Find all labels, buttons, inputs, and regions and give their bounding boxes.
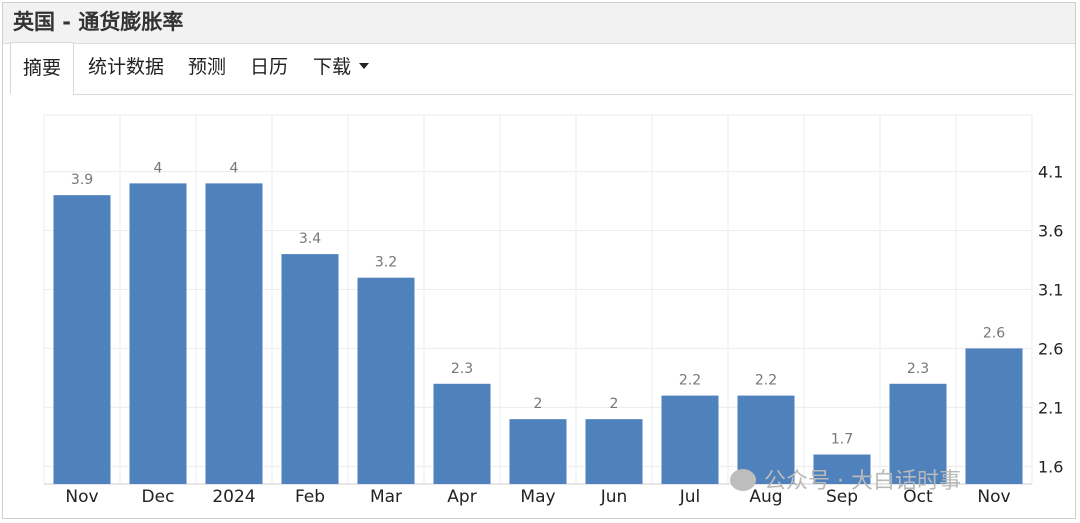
x-tick-label: May (520, 487, 555, 507)
y-tick-label: 3.6 (1038, 222, 1063, 241)
data-label: 2 (534, 396, 543, 412)
bar (433, 383, 491, 484)
x-tick-label: Nov (65, 487, 98, 507)
x-tick-label: Mar (370, 487, 402, 507)
bar (965, 348, 1023, 484)
y-tick-label: 3.1 (1038, 280, 1063, 299)
data-label: 2 (610, 396, 619, 412)
y-axis: 1.6 2.1 2.6 3.1 3.6 4.1 (1038, 163, 1063, 477)
y-tick-label: 1.6 (1038, 457, 1063, 476)
bar (53, 195, 111, 484)
bar (205, 183, 263, 484)
data-label: 2.6 (983, 325, 1005, 341)
watermark-text: 公众号 · 大白话时事 (764, 469, 961, 494)
bar (585, 419, 643, 484)
bars (53, 183, 1023, 484)
data-label: 3.4 (299, 231, 321, 247)
x-tick-label: Nov (977, 487, 1010, 507)
data-label: 3.2 (375, 255, 397, 271)
wechat-icon (730, 469, 756, 491)
data-label: 4 (154, 160, 163, 176)
x-tick-label: Jun (600, 487, 628, 507)
y-tick-label: 2.1 (1038, 398, 1063, 417)
data-label: 2.2 (679, 373, 701, 389)
data-label: 4 (230, 160, 239, 176)
y-tick-label: 4.1 (1038, 163, 1063, 182)
bar (357, 277, 415, 484)
data-label: 2.3 (907, 361, 929, 377)
y-tick-label: 2.6 (1038, 339, 1063, 358)
x-tick-label: Feb (295, 487, 325, 507)
x-tick-label: Jul (679, 487, 701, 507)
bar-chart: 3.9 4 4 3.4 3.2 2.3 2 2 2.2 2.2 1.7 2.3 2.6 Nov Dec 20… (43, 114, 1063, 507)
data-label: 3.9 (71, 172, 93, 188)
watermark: 公众号 · 大白话时事 (730, 463, 961, 495)
bar (129, 183, 187, 484)
data-label: 2.3 (451, 361, 473, 377)
x-tick-label: 2024 (212, 487, 255, 507)
bar (281, 254, 339, 484)
x-tick-label: Dec (142, 487, 175, 507)
bar (661, 395, 719, 484)
x-tick-label: Apr (447, 487, 476, 507)
data-label: 2.2 (755, 373, 777, 389)
bar (509, 419, 567, 484)
data-label: 1.7 (831, 432, 853, 448)
